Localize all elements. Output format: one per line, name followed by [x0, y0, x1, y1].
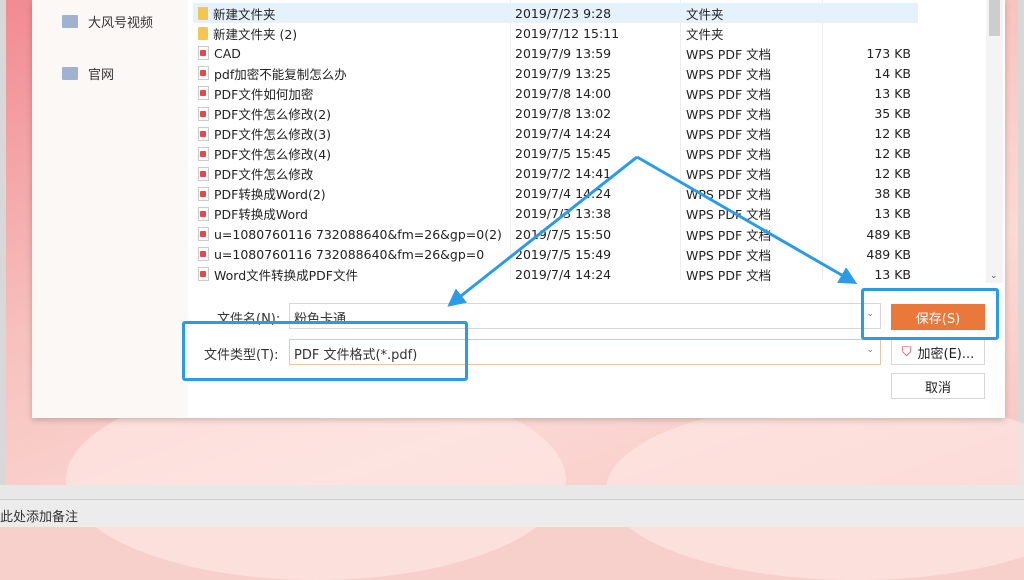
arrow-to-filetype: [447, 155, 638, 307]
notes-pane[interactable]: 此处添加备注: [0, 500, 1024, 527]
annotation-arrows: [447, 155, 858, 307]
arrow-to-save: [636, 155, 858, 284]
divider-bar: [0, 485, 1024, 500]
